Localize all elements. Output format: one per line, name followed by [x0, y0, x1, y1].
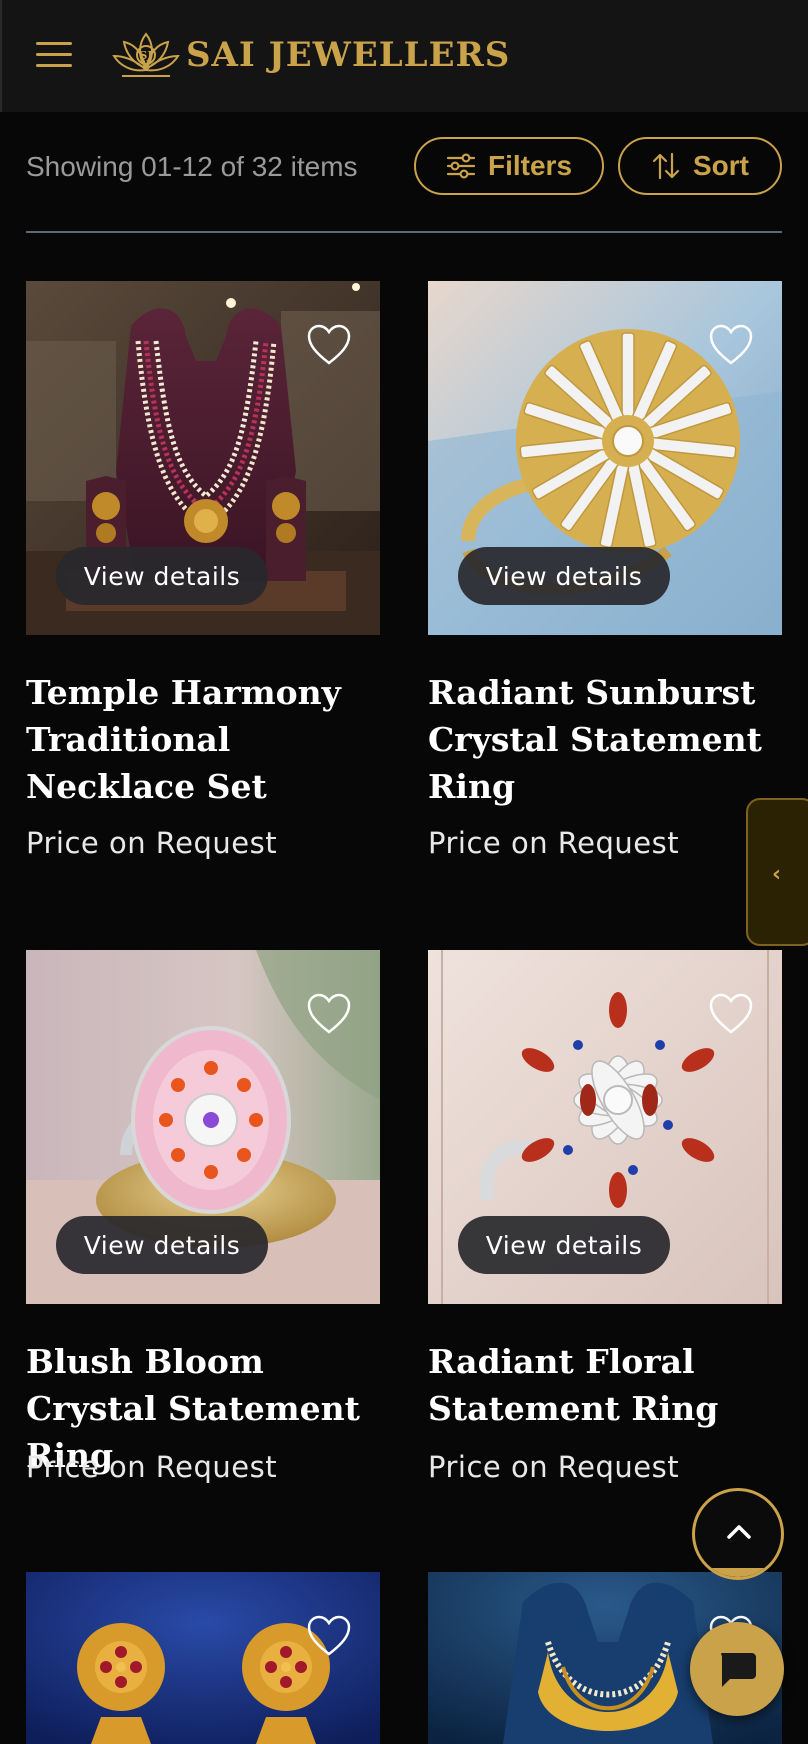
- chat-bubble-icon: [721, 1653, 756, 1687]
- item-count-text: Showing 01-12 of 32 items: [26, 151, 358, 182]
- filters-button[interactable]: Filters: [414, 137, 604, 195]
- product-title[interactable]: Radiant Floral Statement Ring: [428, 1338, 782, 1432]
- product-price: Price on Request: [26, 826, 278, 860]
- wishlist-heart-icon[interactable]: [306, 323, 352, 367]
- scroll-progress-fill: [695, 1568, 781, 1577]
- sort-button[interactable]: Sort: [618, 137, 782, 195]
- product-image[interactable]: View details: [26, 950, 380, 1304]
- wishlist-heart-icon[interactable]: [306, 992, 352, 1036]
- hamburger-menu-icon[interactable]: [36, 40, 72, 70]
- view-details-button[interactable]: View details: [458, 1216, 670, 1274]
- view-details-button[interactable]: View details: [458, 547, 670, 605]
- chat-button[interactable]: [690, 1622, 784, 1716]
- product-price: Price on Request: [428, 826, 680, 860]
- sort-arrows-icon: [652, 152, 680, 180]
- chevron-up-icon: [727, 1525, 751, 1539]
- product-image[interactable]: View details: [428, 950, 782, 1304]
- brand-logo[interactable]: SJ SAI JEWELLERS: [112, 22, 510, 88]
- wishlist-heart-icon[interactable]: [306, 1614, 352, 1658]
- app-header: SJ SAI JEWELLERS: [0, 0, 808, 112]
- brand-name: SAI JEWELLERS: [186, 35, 511, 75]
- filters-label: Filters: [487, 150, 573, 181]
- wishlist-heart-icon[interactable]: [708, 323, 754, 367]
- chevron-left-icon: ‹: [772, 862, 782, 887]
- product-image[interactable]: View details: [428, 281, 782, 635]
- side-drawer-tab[interactable]: ‹: [746, 798, 808, 946]
- wishlist-heart-icon[interactable]: [708, 992, 754, 1036]
- product-title[interactable]: Radiant Sunburst Crystal Statement Ring: [428, 669, 782, 810]
- product-image[interactable]: [26, 1572, 380, 1744]
- lotus-logo-icon: SJ: [112, 32, 180, 77]
- sliders-icon: [446, 153, 476, 179]
- listing-toolbar: Showing 01-12 of 32 items Filters Sort: [26, 135, 782, 199]
- product-image[interactable]: View details: [26, 281, 380, 635]
- toolbar-divider: [26, 231, 782, 233]
- product-price: Price on Request: [428, 1450, 680, 1484]
- product-price: Price on Request: [26, 1450, 278, 1484]
- svg-text:SJ: SJ: [139, 49, 152, 62]
- product-title[interactable]: Temple Harmony Traditional Necklace Set: [26, 669, 380, 810]
- scroll-to-top-button[interactable]: [692, 1488, 784, 1580]
- view-details-button[interactable]: View details: [56, 547, 268, 605]
- view-details-button[interactable]: View details: [56, 1216, 268, 1274]
- sort-label: Sort: [693, 150, 749, 181]
